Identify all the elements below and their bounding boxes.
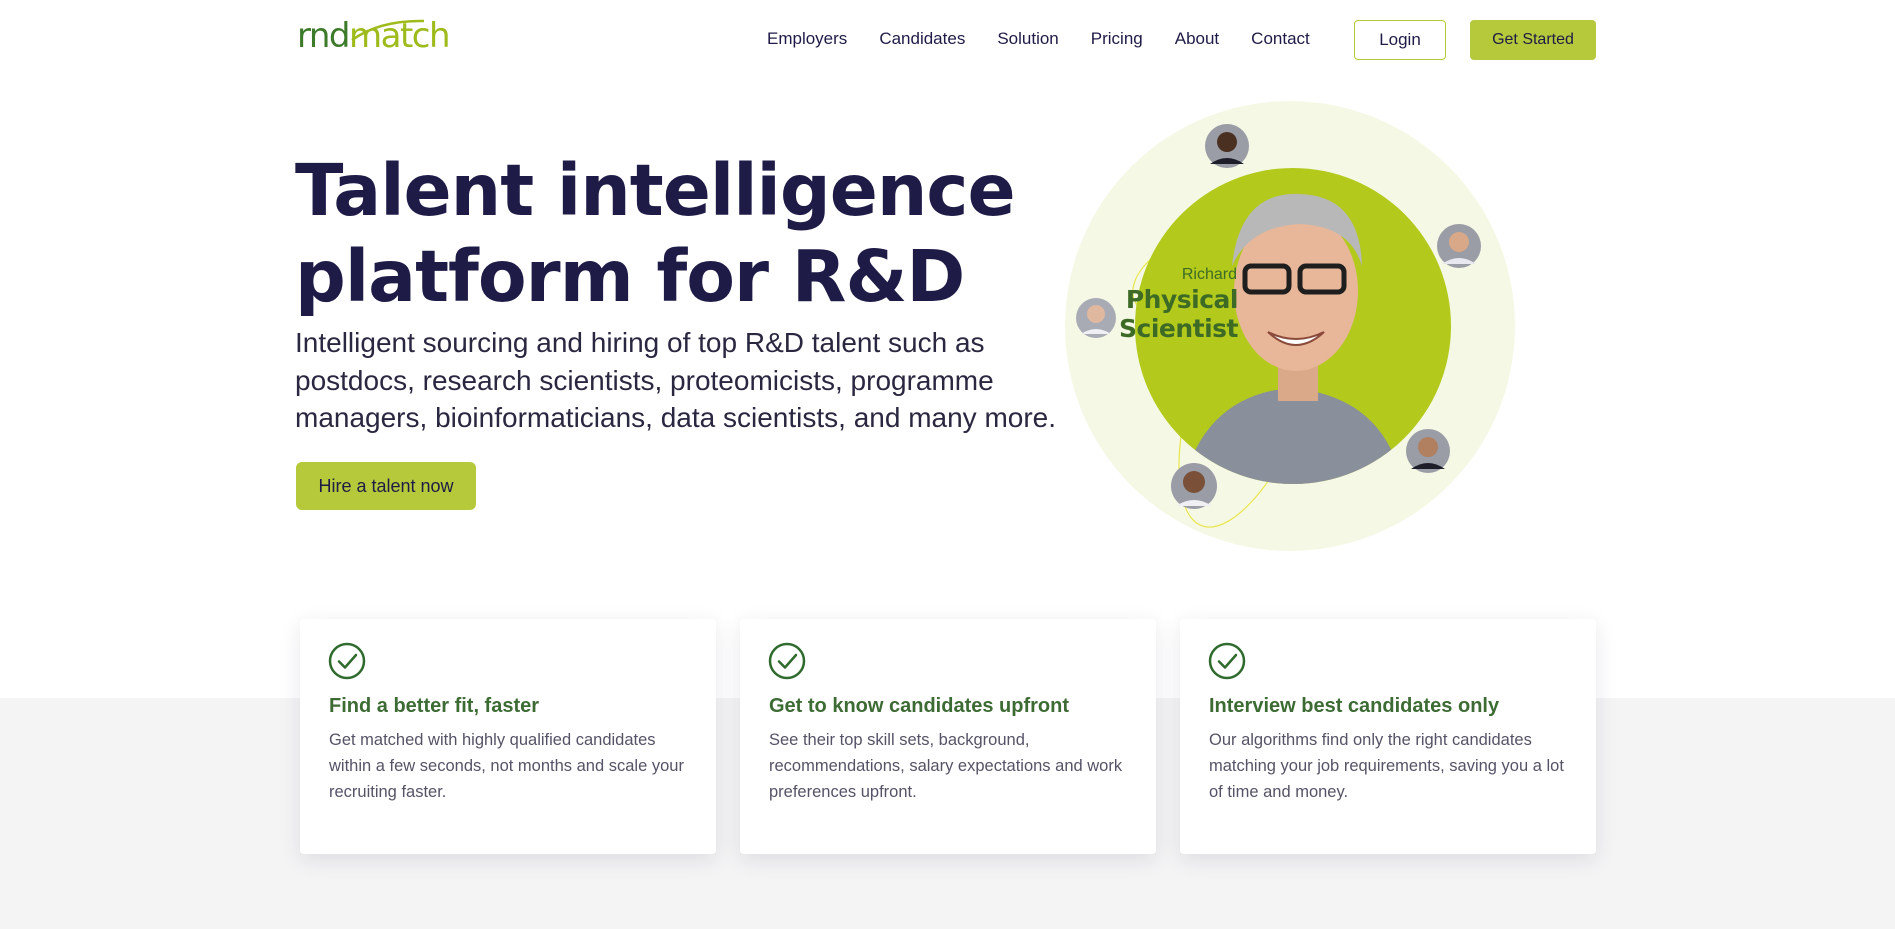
feature-title: Find a better fit, faster: [329, 695, 540, 717]
feature-title: Interview best candidates only: [1209, 695, 1500, 717]
site-header: rndmatch Employers Candidates Solution P…: [0, 0, 1895, 80]
logo-part-rnd: rnd: [297, 16, 351, 56]
logo[interactable]: rndmatch: [297, 14, 451, 58]
hire-talent-button[interactable]: Hire a talent now: [296, 462, 476, 510]
check-circle-icon: [768, 642, 806, 680]
nav-pricing[interactable]: Pricing: [1091, 26, 1143, 52]
login-button[interactable]: Login: [1354, 20, 1446, 60]
featured-person-name: Richard: [1181, 266, 1237, 283]
feature-title: Get to know candidates upfront: [769, 695, 1070, 717]
hero-subtitle: Intelligent sourcing and hiring of top R…: [295, 327, 1057, 433]
avatar-right: [1437, 224, 1481, 268]
check-circle-icon: [1208, 642, 1246, 680]
featured-person-role: Physical Scientist: [1119, 285, 1239, 343]
nav-about[interactable]: About: [1175, 26, 1219, 52]
nav-employers[interactable]: Employers: [767, 26, 847, 52]
nav-solution[interactable]: Solution: [997, 26, 1058, 52]
avatar-top: [1205, 124, 1249, 168]
feature-body: Get matched with highly qualified candid…: [329, 731, 684, 801]
logo-swoosh-icon: [351, 19, 425, 42]
feature-body: Our algorithms find only the right candi…: [1209, 731, 1564, 801]
page: rndmatch Employers Candidates Solution P…: [0, 0, 1895, 929]
avatar-bottom-right: [1406, 429, 1450, 473]
hero-title: Talent intelligence platform for R&D: [295, 149, 1016, 318]
check-circle-icon: [328, 642, 366, 680]
feature-card: Get to know candidates upfront See their…: [740, 619, 1156, 854]
feature-card: Find a better fit, faster Get matched wi…: [300, 619, 716, 854]
get-started-button[interactable]: Get Started: [1470, 20, 1596, 60]
avatar-bottom: [1171, 463, 1217, 509]
nav-contact[interactable]: Contact: [1251, 26, 1310, 52]
nav-candidates[interactable]: Candidates: [879, 26, 965, 52]
main-nav: Employers Candidates Solution Pricing Ab…: [767, 26, 1342, 52]
feature-card: Interview best candidates only Our algor…: [1180, 619, 1596, 854]
feature-body: See their top skill sets, background, re…: [769, 731, 1123, 801]
